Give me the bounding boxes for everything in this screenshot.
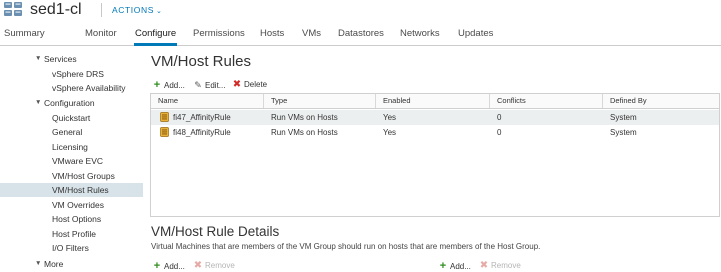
rule-enabled: Yes <box>383 113 397 122</box>
tab-vms[interactable]: VMs <box>302 28 321 40</box>
header-divider <box>101 3 102 17</box>
sidebar-item-label: VM/Host Rules <box>52 185 109 195</box>
tab-summary[interactable]: Summary <box>4 28 45 40</box>
sidebar-item-general[interactable]: General <box>0 125 143 139</box>
sidebar-item-io-filters[interactable]: I/O Filters <box>0 241 143 255</box>
rule-conflicts: 0 <box>497 128 502 137</box>
delete-rule-button[interactable]: ✖ Delete <box>232 79 267 91</box>
sidebar-item-label: General <box>52 127 83 137</box>
delete-icon: ✖ <box>232 79 242 90</box>
sidebar-item-host-profile[interactable]: Host Profile <box>0 227 143 241</box>
add-label: Add... <box>164 81 185 90</box>
rule-conflicts: 0 <box>497 113 502 122</box>
add-host-button[interactable]: + Add... <box>438 261 471 272</box>
column-header-type[interactable]: Type <box>264 94 376 108</box>
sidebar-item-vsphere-drs[interactable]: vSphere DRS <box>0 67 143 81</box>
sidebar-item-vm-host-groups[interactable]: VM/Host Groups <box>0 169 143 183</box>
sidebar-group-services[interactable]: ▼ Services <box>0 52 143 66</box>
sidebar-item-host-options[interactable]: Host Options <box>0 212 143 226</box>
sidebar-item-vmware-evc[interactable]: VMware EVC <box>0 154 143 168</box>
sidebar-item-label: Quickstart <box>52 113 91 123</box>
page-title: VM/Host Rules <box>151 53 252 70</box>
pencil-icon: ✎ <box>194 80 202 90</box>
remove-icon: ✖ <box>193 260 203 271</box>
sidebar-item-label: Host Profile <box>52 229 96 239</box>
add-icon: + <box>153 79 161 91</box>
configure-sidebar: ▼ Services vSphere DRS vSphere Availabil… <box>0 46 146 269</box>
rule-type: Run VMs on Hosts <box>271 128 338 137</box>
add-label: Add... <box>450 262 471 271</box>
sidebar-item-label: I/O Filters <box>52 243 89 253</box>
edit-rule-button[interactable]: ✎ Edit... <box>193 79 225 92</box>
table-row[interactable]: fi47_AffinityRule Run VMs on Hosts Yes 0… <box>151 110 719 125</box>
column-header-enabled[interactable]: Enabled <box>376 94 490 108</box>
remove-host-button[interactable]: ✖ Remove <box>479 261 521 271</box>
add-rule-button[interactable]: + Add... <box>152 79 185 92</box>
tab-datastores[interactable]: Datastores <box>338 28 384 40</box>
expand-triangle-icon: ▼ <box>35 99 42 106</box>
sidebar-group-label: Services <box>44 54 77 64</box>
sidebar-item-vsphere-availability[interactable]: vSphere Availability <box>0 81 143 95</box>
edit-label: Edit... <box>205 81 226 90</box>
rule-defined-by: System <box>610 128 637 137</box>
details-title: VM/Host Rule Details <box>151 224 280 239</box>
column-header-conflicts[interactable]: Conflicts <box>490 94 603 108</box>
tab-monitor[interactable]: Monitor <box>85 28 117 40</box>
add-label: Add... <box>164 262 185 271</box>
add-icon: + <box>153 260 161 272</box>
details-description: Virtual Machines that are members of the… <box>151 242 541 251</box>
rule-type: Run VMs on Hosts <box>271 113 338 122</box>
sidebar-item-label: Host Options <box>52 214 102 224</box>
sidebar-item-label: VM/Host Groups <box>52 171 115 181</box>
sidebar-item-vm-host-rules[interactable]: VM/Host Rules <box>0 183 143 197</box>
cluster-icon <box>4 2 22 16</box>
tab-permissions[interactable]: Permissions <box>193 28 245 40</box>
sidebar-item-label: vSphere Availability <box>52 83 126 93</box>
actions-menu-button[interactable]: ACTIONS ⌄ <box>112 4 162 18</box>
sidebar-item-label: VMware EVC <box>52 156 104 166</box>
sidebar-item-vm-overrides[interactable]: VM Overrides <box>0 198 143 212</box>
column-header-defined-by[interactable]: Defined By <box>603 94 719 108</box>
expand-triangle-icon: ▼ <box>35 55 42 62</box>
sidebar-group-configuration[interactable]: ▼ Configuration <box>0 96 143 110</box>
rule-defined-by: System <box>610 113 637 122</box>
sidebar-item-licensing[interactable]: Licensing <box>0 140 143 154</box>
table-header: Name Type Enabled Conflicts Defined By <box>151 94 719 109</box>
object-tabs: Summary Monitor Configure Permissions Ho… <box>0 22 721 46</box>
tab-hosts[interactable]: Hosts <box>260 28 284 40</box>
rule-icon <box>160 112 169 122</box>
table-row[interactable]: fi48_AffinityRule Run VMs on Hosts Yes 0… <box>151 125 719 140</box>
add-icon: + <box>439 260 447 272</box>
rule-icon <box>160 127 169 137</box>
actions-label: ACTIONS <box>112 5 154 15</box>
chevron-down-icon: ⌄ <box>155 8 163 15</box>
sidebar-item-quickstart[interactable]: Quickstart <box>0 111 143 125</box>
rule-name[interactable]: fi47_AffinityRule <box>173 113 231 122</box>
tab-configure[interactable]: Configure <box>133 28 178 46</box>
sidebar-item-label: VM Overrides <box>52 200 104 210</box>
add-vm-button[interactable]: + Add... <box>152 261 185 272</box>
column-header-name[interactable]: Name <box>151 94 264 108</box>
sidebar-group-label: Configuration <box>44 98 95 108</box>
remove-vm-button[interactable]: ✖ Remove <box>193 261 235 271</box>
rule-name[interactable]: fi48_AffinityRule <box>173 128 231 137</box>
remove-icon: ✖ <box>479 260 489 271</box>
tab-networks[interactable]: Networks <box>400 28 440 40</box>
sidebar-item-label: Licensing <box>52 142 88 152</box>
tab-updates[interactable]: Updates <box>458 28 493 40</box>
rule-enabled: Yes <box>383 128 397 137</box>
rules-table: Name Type Enabled Conflicts Defined By f… <box>150 93 720 217</box>
delete-label: Delete <box>244 80 268 89</box>
sidebar-item-label: vSphere DRS <box>52 69 104 79</box>
object-title: sed1-cl <box>30 1 82 18</box>
object-header: sed1-cl ACTIONS ⌄ <box>0 0 721 22</box>
